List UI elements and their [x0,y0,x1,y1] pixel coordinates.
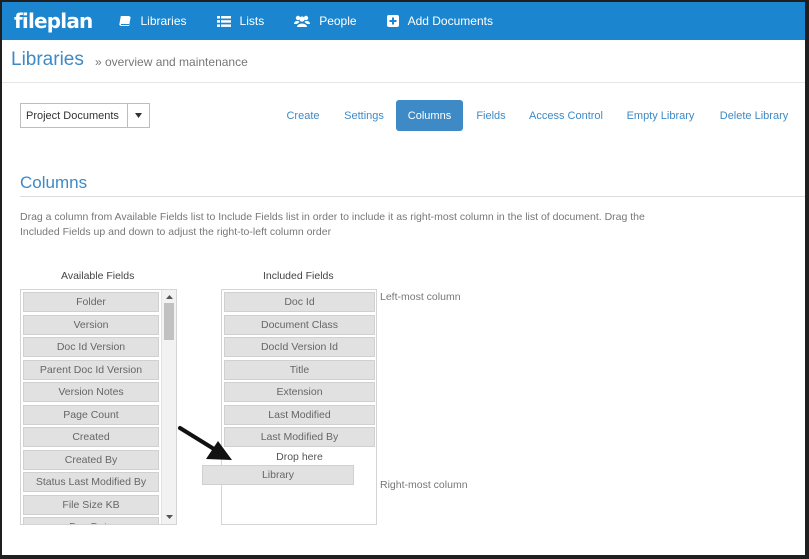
available-fields-items: Folder Version Doc Id Version Parent Doc Id… [2,2,805,524]
drag-arrow-icon [178,426,232,460]
right-most-column-label: Right-most column [380,479,468,491]
included-field-item[interactable]: Extension [224,382,375,402]
left-most-column-label: Left-most column [380,291,461,303]
available-fields-scrollbar[interactable] [161,290,176,524]
scroll-thumb[interactable] [164,303,174,340]
included-field-item[interactable]: Last Modified [224,404,375,425]
available-field-item[interactable]: File Size KB [23,494,159,515]
included-field-item[interactable]: Doc Id [224,292,375,312]
available-field-item[interactable]: Created By [23,449,159,470]
dragged-field-library[interactable]: Library [202,465,354,485]
available-field-item[interactable]: Version [23,314,159,335]
included-field-item[interactable]: Document Class [224,314,375,335]
available-field-item[interactable]: Doc Date [23,517,159,524]
available-field-item[interactable]: Created [23,427,159,447]
included-fields-header: Included Fields [263,270,334,282]
available-field-item[interactable]: Parent Doc Id Version [23,359,159,380]
scroll-up-icon[interactable] [162,291,176,303]
app-window: fileplan Libraries Lists People Add Docu… [0,0,809,559]
available-field-item[interactable]: Page Count [23,404,159,425]
included-field-item[interactable]: DocId Version Id [224,337,375,357]
available-field-item[interactable]: Status Last Modified By [23,472,159,492]
included-field-item[interactable]: Last Modified By [224,427,375,447]
available-field-item[interactable]: Folder [23,292,159,312]
available-field-item[interactable]: Doc Id Version [23,337,159,357]
available-field-item[interactable]: Version Notes [23,382,159,402]
included-field-item[interactable]: Title [224,359,375,380]
scroll-down-icon[interactable] [162,511,176,523]
